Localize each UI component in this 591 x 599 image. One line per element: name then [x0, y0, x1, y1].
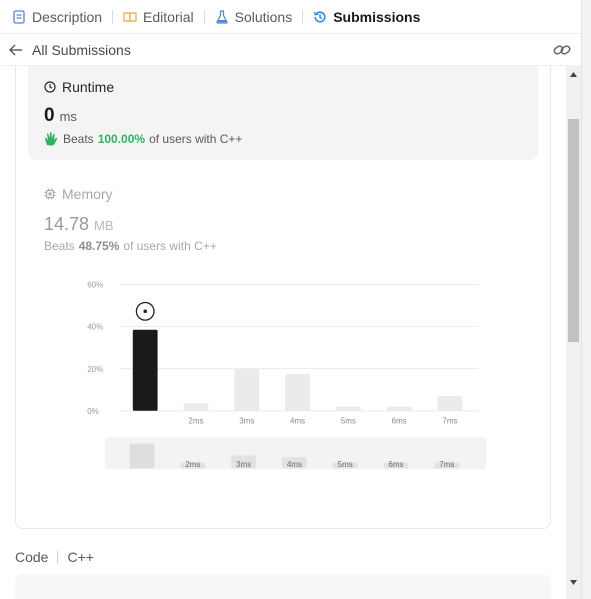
runtime-beats: Beats 100.00% of users with C++: [63, 131, 243, 146]
bar[interactable]: [336, 406, 361, 411]
x-tick-label: 7ms: [442, 417, 457, 426]
memory-section[interactable]: Memory 14.78 MB Beats 48.75% of users with…: [44, 186, 524, 253]
tab-description[interactable]: Description: [12, 0, 102, 34]
marker-dot: [143, 309, 147, 313]
tab-solutions[interactable]: Solutions: [215, 0, 293, 34]
tab-description-label: Description: [32, 8, 103, 25]
scroll-down-arrow-icon[interactable]: [569, 578, 578, 587]
code-header: Code C++: [15, 549, 94, 565]
runtime-section[interactable]: Runtime 0 ms Beats 100.00% of users with C…: [28, 66, 538, 160]
code-divider: [57, 550, 59, 564]
overview-tick-label: 6ms: [388, 460, 403, 469]
bar[interactable]: [234, 368, 260, 411]
y-tick-label: 20%: [87, 365, 103, 374]
arrow-left-icon[interactable]: [8, 42, 24, 58]
bar[interactable]: [183, 403, 209, 411]
tab-divider: [203, 9, 205, 24]
tab-solutions-label: Solutions: [234, 8, 293, 25]
submission-detail-panel: Runtime 0 ms Beats 100.00% of users with C…: [0, 66, 566, 599]
code-language: C++: [67, 549, 94, 565]
y-tick-label: 60%: [87, 281, 103, 290]
history-icon: [314, 10, 326, 23]
y-tick-label: 40%: [87, 323, 103, 332]
book-icon: [123, 11, 137, 22]
bar[interactable]: [386, 406, 412, 411]
link-icon[interactable]: [553, 42, 571, 58]
flask-icon: [215, 9, 228, 24]
panel-edge: [581, 0, 591, 599]
scrollbar-thumb[interactable]: [568, 119, 579, 342]
clock-icon: [44, 81, 56, 93]
overview-bar: [129, 443, 155, 469]
tab-submissions-label: Submissions: [333, 8, 421, 25]
x-tick-label: 2ms: [188, 417, 203, 426]
code-block: [15, 574, 551, 599]
performance-card: Runtime 0 ms Beats 100.00% of users with C…: [15, 66, 551, 529]
tab-divider: [302, 9, 304, 24]
problem-tabs: Description Editorial Solutions Submissi…: [0, 0, 581, 34]
y-tick-label: 0%: [87, 407, 99, 416]
runtime-value: 0: [44, 105, 55, 126]
bar-current[interactable]: [132, 329, 158, 411]
all-submissions-link[interactable]: All Submissions: [32, 42, 131, 58]
tab-editorial-label: Editorial: [143, 8, 194, 25]
runtime-label: Runtime: [62, 79, 115, 95]
memory-label: Memory: [62, 186, 113, 202]
overview-tick-label: 2ms: [185, 460, 200, 469]
vertical-scrollbar[interactable]: [566, 66, 581, 599]
submissions-bar: All Submissions: [0, 34, 581, 66]
description-icon: [13, 9, 25, 24]
overview-tick-label: 4ms: [287, 460, 302, 469]
x-tick-label: 6ms: [392, 417, 407, 426]
memory-beats: Beats 48.75% of users with C++: [44, 239, 217, 253]
overview-tick-label: 3ms: [236, 460, 251, 469]
overview-tick-label: 5ms: [338, 460, 353, 469]
clapping-hands-icon: [44, 131, 58, 146]
code-label: Code: [15, 549, 49, 565]
bar[interactable]: [285, 373, 310, 411]
chip-icon: [44, 188, 56, 200]
overview-tick-label: 7ms: [439, 460, 454, 469]
memory-value: 14.78: [44, 214, 90, 234]
runtime-unit: ms: [59, 109, 77, 124]
tab-divider: [112, 9, 114, 24]
x-tick-label: 5ms: [341, 417, 356, 426]
memory-unit: MB: [94, 218, 114, 233]
scroll-up-arrow-icon[interactable]: [569, 70, 578, 79]
x-tick-label: 3ms: [239, 417, 254, 426]
runtime-distribution-chart: 60% 40% 20% 0% 2ms 3ms 4ms 5ms 6ms 7ms 2ms 3ms 4ms 5m…: [87, 281, 487, 470]
bar[interactable]: [437, 396, 463, 411]
tab-submissions[interactable]: Submissions: [313, 0, 420, 34]
x-tick-label: 4ms: [290, 417, 305, 426]
tab-editorial[interactable]: Editorial: [123, 0, 194, 34]
